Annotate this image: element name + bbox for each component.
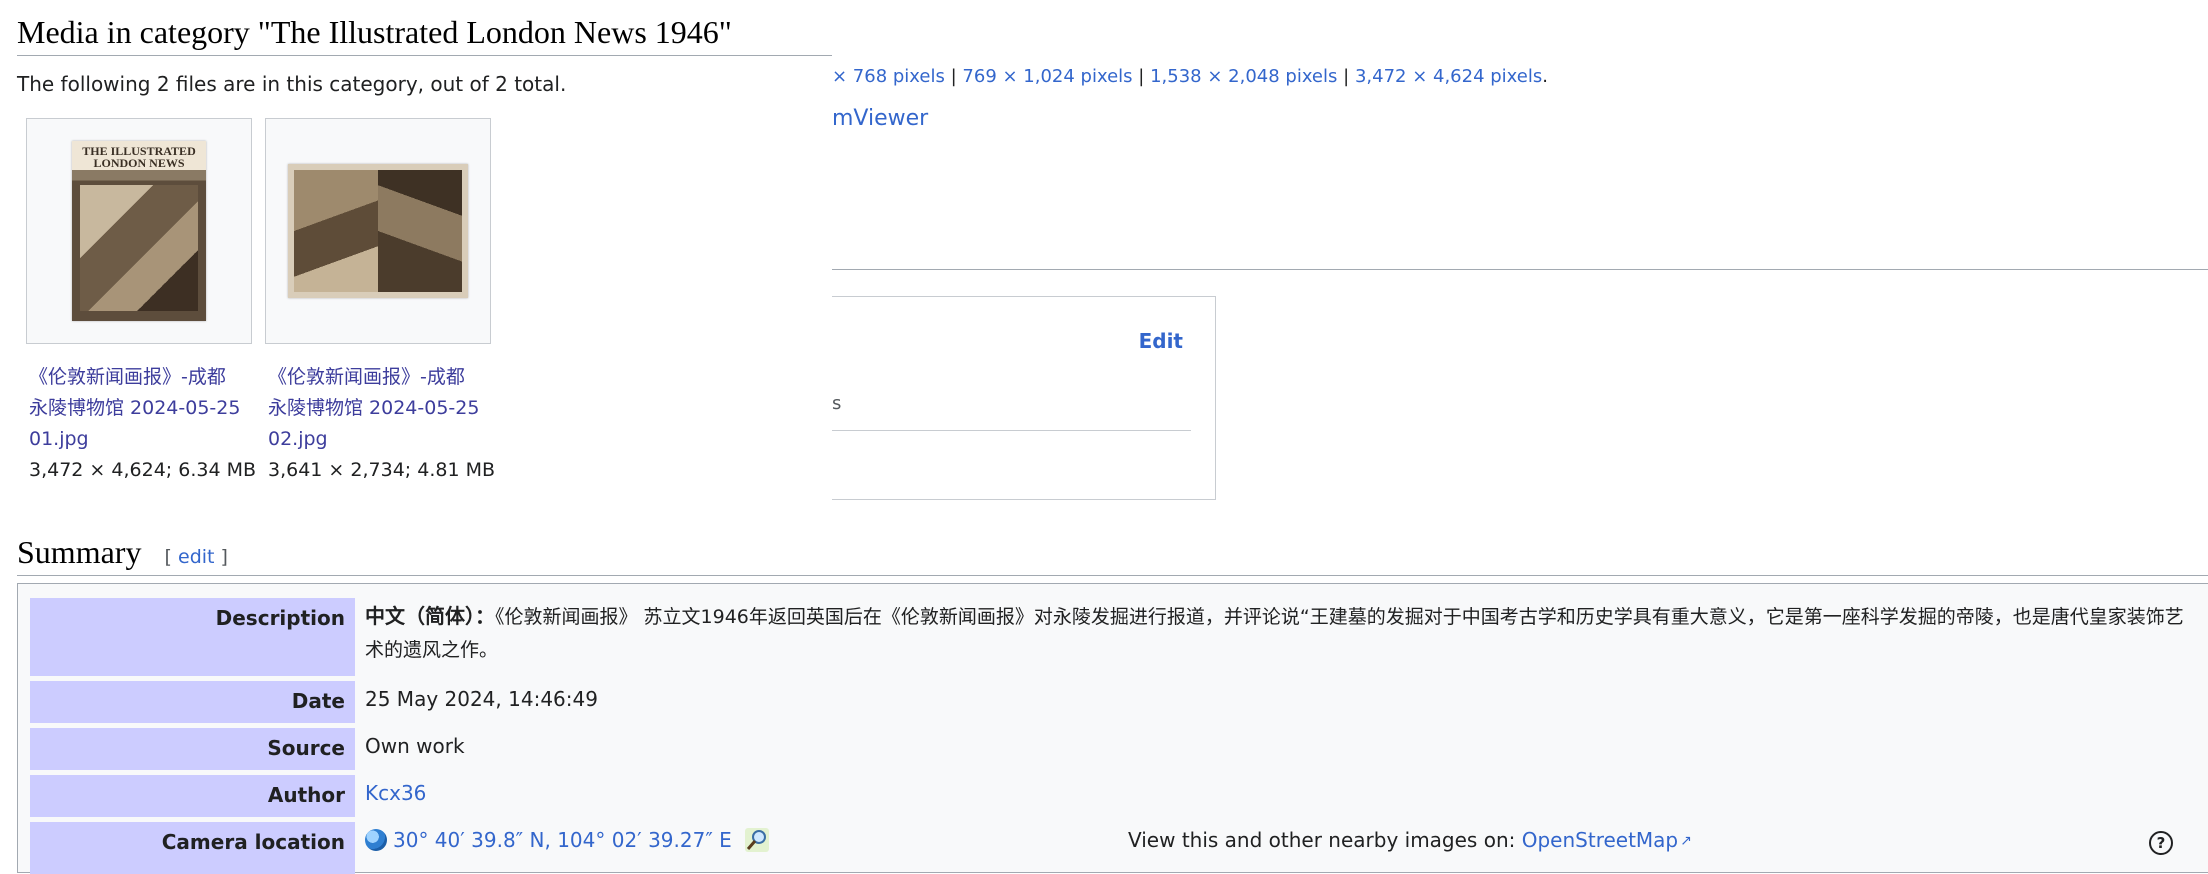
summary-title: Summary [17, 534, 142, 570]
resolution-link-2048[interactable]: 1,538 × 2,048 pixels [1150, 66, 1337, 87]
date-row: Date 25 May 2024, 14:46:49 [30, 681, 2208, 723]
source-value: Own work [365, 734, 465, 758]
description-row: Description 中文（简体）：《伦敦新闻画报》 苏立文1946年返回英国… [30, 598, 2208, 676]
summary-edit-section: [ edit ] [165, 546, 228, 568]
structured-data-edit-button[interactable]: Edit [1139, 329, 1183, 353]
source-row: Source Own work [30, 728, 2208, 770]
author-row: Author Kcx36 [30, 775, 2208, 817]
author-value: Kcx36 [365, 775, 2198, 809]
resolution-list: × 768 pixels | 769 × 1,024 pixels | 1,53… [832, 66, 1548, 87]
gallery-thumb-1[interactable]: THE ILLUSTRATED LONDON NEWS [26, 118, 252, 344]
thumbnail-right-panel [378, 170, 462, 292]
resolution-separator: | [950, 66, 957, 87]
media-viewer-link[interactable]: mViewer [832, 106, 928, 131]
summary-edit-link[interactable]: edit [178, 546, 214, 568]
osm-prefix: View this and other nearby images on: [1128, 828, 1516, 852]
date-value: 25 May 2024, 14:46:49 [365, 687, 598, 711]
category-overlay: Media in category "The Illustrated Londo… [0, 0, 832, 500]
gallery-thumb-2[interactable] [265, 118, 491, 344]
osm-block: View this and other nearby images on: Op… [1128, 824, 1692, 857]
resolution-separator: | [1343, 66, 1350, 87]
thumbnail-scene [80, 185, 198, 311]
gallery-caption-1: 《伦敦新闻画报》-成都 永陵博物馆 2024-05-25 01.jpg 3,47… [29, 362, 269, 486]
author-link[interactable]: Kcx36 [365, 781, 426, 805]
resolution-link-4624[interactable]: 3,472 × 4,624 pixels [1355, 66, 1542, 87]
gallery-caption-2: 《伦敦新闻画报》-成都 永陵博物馆 2024-05-25 02.jpg 3,64… [268, 362, 508, 486]
section-divider [832, 269, 2208, 270]
gallery-file-link-2[interactable]: 《伦敦新闻画报》-成都 永陵博物馆 2024-05-25 02.jpg [268, 362, 508, 455]
camera-location-row: Camera location 30° 40′ 39.8″ N, 104° 02… [30, 822, 2208, 874]
thumbnail-masthead: THE ILLUSTRATED LONDON NEWS [82, 144, 196, 170]
camera-location-label: Camera location [30, 822, 355, 874]
information-table: Description 中文（简体）：《伦敦新闻画报》 苏立文1946年返回英国… [17, 583, 2208, 874]
gallery-file-link-1[interactable]: 《伦敦新闻画报》-成都 永陵博物馆 2024-05-25 01.jpg [29, 362, 269, 455]
summary-heading: Summary [ edit ] [17, 534, 2208, 576]
file-meta: 3,472 × 4,624; 6.34 MB [29, 459, 256, 481]
file-name-line: 《伦敦新闻画报》-成都 [268, 366, 465, 388]
file-meta: 3,641 × 2,734; 4.81 MB [268, 459, 495, 481]
resolution-link-1024[interactable]: 769 × 1,024 pixels [962, 66, 1132, 87]
description-text: 《伦敦新闻画报》 苏立文1946年返回英国后在《伦敦新闻画报》对永陵发掘进行报道… [365, 606, 2184, 661]
external-link-icon: ↗ [1680, 833, 1692, 849]
help-icon[interactable]: ? [2149, 831, 2173, 855]
description-label: Description [30, 598, 355, 676]
description-value: 中文（简体）：《伦敦新闻画报》 苏立文1946年返回英国后在《伦敦新闻画报》对永… [365, 598, 2198, 666]
magnifier-icon[interactable] [744, 827, 770, 853]
language-label: 中文（简体）： [365, 604, 495, 628]
coordinates-link[interactable]: 30° 40′ 39.8″ N, 104° 02′ 39.27″ E [393, 828, 732, 852]
file-name-line: 02.jpg [268, 428, 328, 450]
resolution-end: . [1542, 66, 1548, 87]
file-name-line: 永陵博物馆 2024-05-25 [29, 397, 241, 419]
globe-icon[interactable] [365, 829, 387, 851]
resolution-link-768[interactable]: × 768 pixels [832, 66, 945, 87]
structured-data-partial-text: s [832, 393, 842, 414]
structured-data-divider [790, 430, 1191, 431]
openstreetmap-link[interactable]: OpenStreetMap [1522, 828, 1678, 852]
thumbnail-image[interactable]: THE ILLUSTRATED LONDON NEWS [72, 141, 206, 321]
file-name-line: 永陵博物馆 2024-05-25 [268, 397, 480, 419]
structured-data-box: Edit s [790, 296, 1216, 500]
edit-bracket-close: ] [220, 546, 228, 568]
category-title: Media in category "The Illustrated Londo… [17, 14, 832, 56]
edit-bracket-open: [ [164, 546, 172, 568]
category-count-text: The following 2 files are in this catego… [17, 72, 567, 96]
file-name-line: 01.jpg [29, 428, 89, 450]
thumbnail-image[interactable] [288, 164, 468, 298]
resolution-separator: | [1138, 66, 1145, 87]
date-label: Date [30, 681, 355, 723]
file-name-line: 《伦敦新闻画报》-成都 [29, 366, 226, 388]
source-label: Source [30, 728, 355, 770]
author-label: Author [30, 775, 355, 817]
thumbnail-left-panel [294, 170, 378, 292]
